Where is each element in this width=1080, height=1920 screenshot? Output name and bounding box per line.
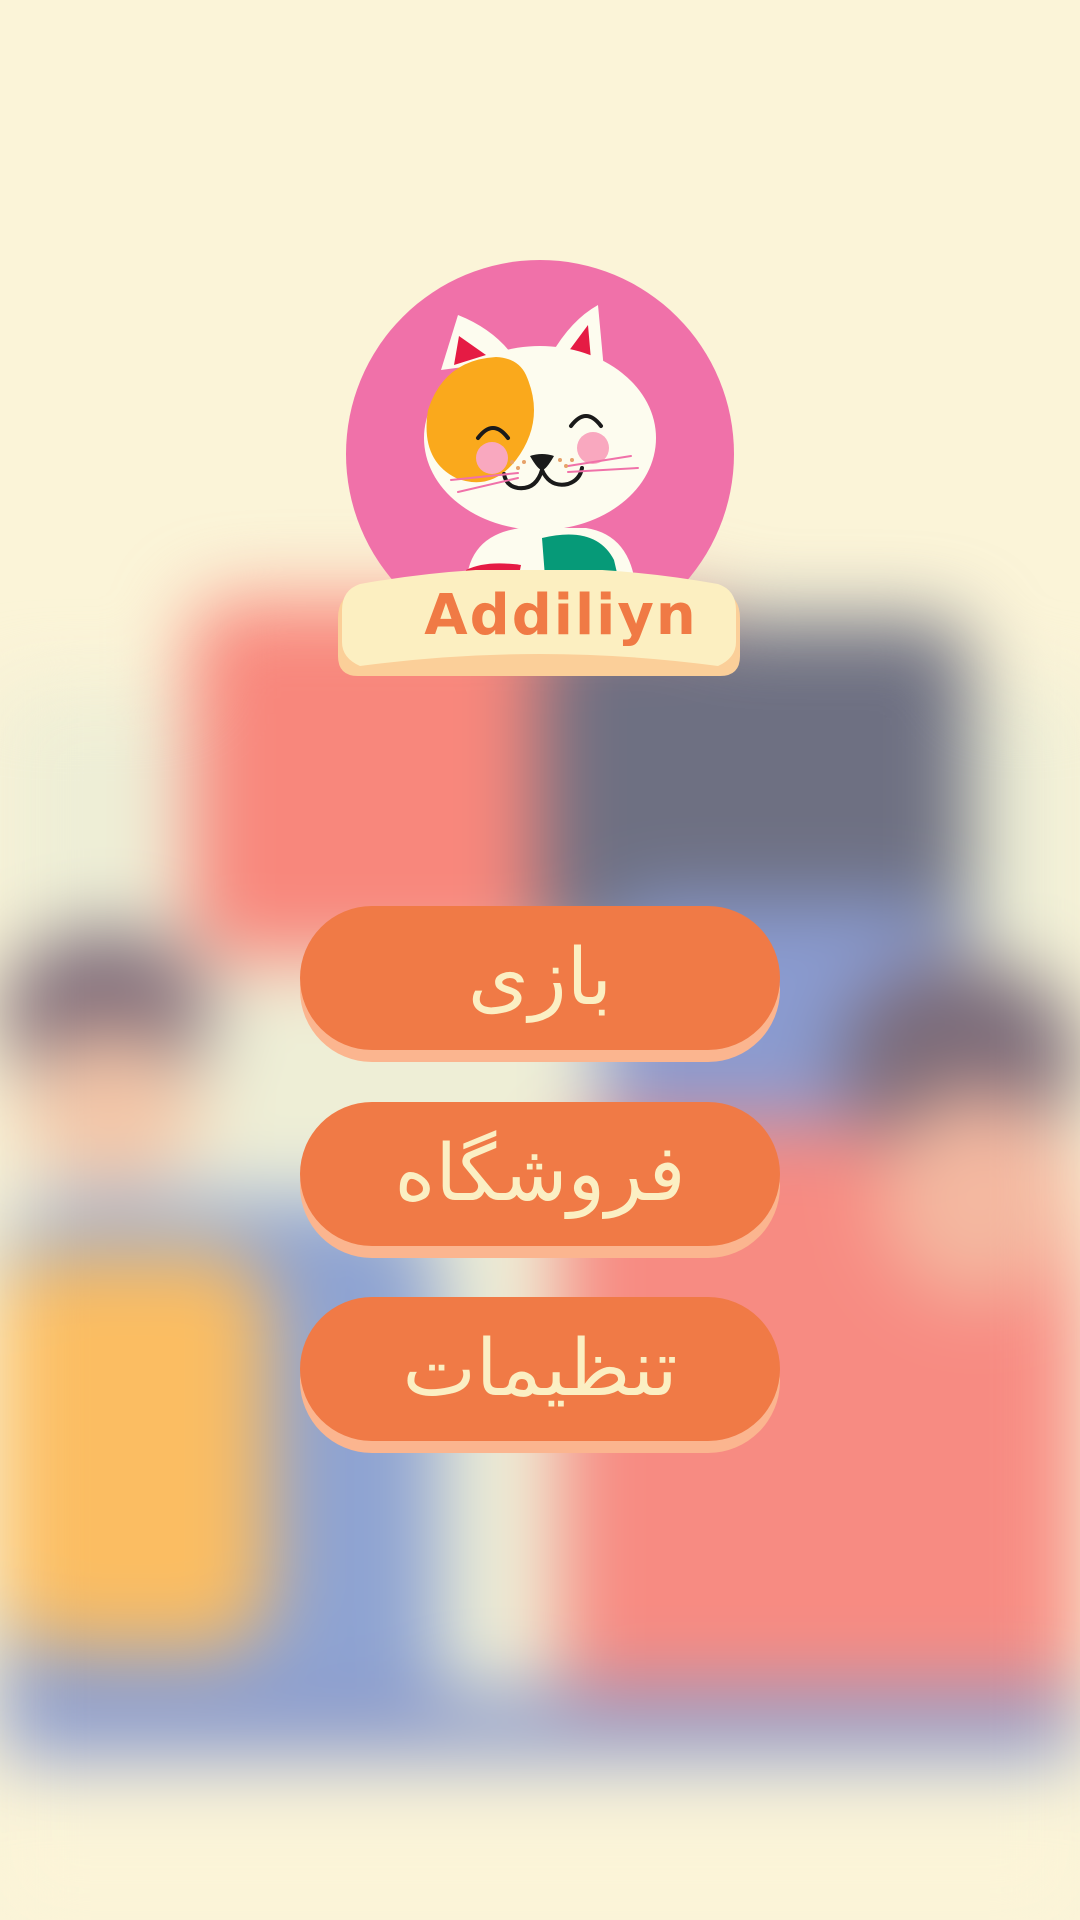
- main-menu-screen: Addiliyn بازی فروشگاه تنظیمات: [0, 0, 1080, 1920]
- button-face: تنظیمات: [300, 1297, 780, 1441]
- shop-button-label: فروشگاه: [394, 1129, 686, 1219]
- shop-button[interactable]: فروشگاه: [300, 1102, 780, 1258]
- play-button-label: بازی: [467, 933, 613, 1023]
- settings-button-label: تنظیمات: [402, 1324, 678, 1414]
- play-button[interactable]: بازی: [300, 906, 780, 1062]
- button-face: فروشگاه: [300, 1102, 780, 1246]
- app-name-banner: Addiliyn: [338, 570, 740, 688]
- settings-button[interactable]: تنظیمات: [300, 1297, 780, 1453]
- app-name: Addiliyn: [424, 583, 698, 648]
- button-face: بازی: [300, 906, 780, 1050]
